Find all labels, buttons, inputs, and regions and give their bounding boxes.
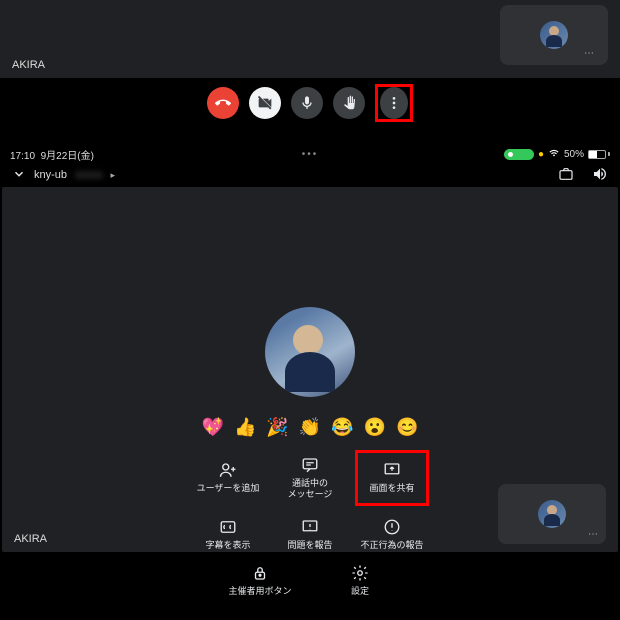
gear-icon [351,564,369,582]
avatar [540,21,568,49]
ipad-status-bar: 17:10 9月22日(金) ••• ● 50% [0,145,620,163]
reaction-row: 💖 👍 🎉 👏 😂 😮 😊 [202,417,419,438]
self-view-thumbnail[interactable]: ⋯ [498,484,606,544]
avatar [538,500,566,528]
raise-hand-button[interactable] [333,87,365,119]
reaction-wow[interactable]: 😮 [364,417,386,438]
thumb-more-icon[interactable]: ⋯ [588,529,600,540]
screenshot-top: ⋯ AKIRA [0,0,620,127]
camera-off-button[interactable] [249,87,281,119]
multitask-dots-icon[interactable]: ••• [302,149,319,160]
overflow-menu-row1: ユーザーを追加 通話中の メッセージ 画面を共有 字幕を表示 問題を報告 [191,450,429,556]
status-date: 9月22日(金) [41,151,94,162]
meet-video-area: 💖 👍 🎉 👏 😂 😮 😊 ユーザーを追加 通話中の メッセージ [2,187,618,552]
meeting-title-bar: kny-ub xxxxx ▸ [0,163,620,187]
more-options-highlight [375,84,413,122]
reaction-party[interactable]: 🎉 [266,417,288,438]
wifi-icon [548,148,560,161]
add-user-icon [219,461,237,479]
call-controls [0,78,620,127]
status-left: 17:10 9月22日(金) [10,147,94,162]
abuse-icon [383,518,401,536]
camera-off-icon [257,95,273,111]
self-view-thumbnail[interactable]: ⋯ [500,5,608,65]
hand-icon [341,95,357,111]
status-right: ● 50% [504,148,610,161]
screenshot-bottom: 17:10 9月22日(金) ••• ● 50% kny-ub xxxxx ▸ [0,145,620,620]
phone-hangup-icon [215,95,231,111]
status-time: 17:10 [10,151,35,162]
camera-switch-icon[interactable] [558,166,574,185]
share-screen-icon [383,461,401,479]
reaction-heart[interactable]: 💖 [202,417,224,438]
main-avatar [265,307,355,397]
report-problem-button[interactable]: 問題を報告 [273,512,347,557]
speaker-icon[interactable] [592,166,608,185]
captions-button[interactable]: 字幕を表示 [191,512,265,557]
report-icon [301,518,319,536]
meeting-id: kny-ub [34,169,67,181]
end-call-button[interactable] [207,87,239,119]
share-screen-button[interactable]: 画面を共有 [355,450,429,506]
participant-name: AKIRA [12,59,45,71]
participant-name: AKIRA [14,533,47,545]
mic-button[interactable] [291,87,323,119]
reaction-clap[interactable]: 👏 [299,417,321,438]
reaction-laugh[interactable]: 😂 [331,417,353,438]
chat-button[interactable]: 通話中の メッセージ [273,450,347,506]
lock-person-icon [251,564,269,582]
reaction-smile[interactable]: 😊 [396,417,418,438]
battery-percent: 50% [564,149,584,160]
overflow-menu-row2: 主催者用ボタン 設定 [0,552,620,604]
video-area: ⋯ AKIRA [0,0,620,78]
add-user-button[interactable]: ユーザーを追加 [191,450,265,506]
chat-icon [301,456,319,474]
reaction-thumbsup[interactable]: 👍 [234,417,256,438]
more-options-button[interactable] [380,87,408,119]
thumb-more-icon[interactable]: ⋯ [584,48,596,59]
report-abuse-button[interactable]: 不正行為の報告 [355,512,429,557]
settings-button[interactable]: 設定 [315,558,405,603]
dots-vertical-icon [386,95,402,111]
recording-indicator-icon [504,149,534,160]
collapse-icon[interactable] [12,167,26,184]
host-controls-button[interactable]: 主催者用ボタン [215,558,305,603]
mic-icon [299,95,315,111]
captions-icon [219,518,237,536]
battery-icon [588,150,610,159]
